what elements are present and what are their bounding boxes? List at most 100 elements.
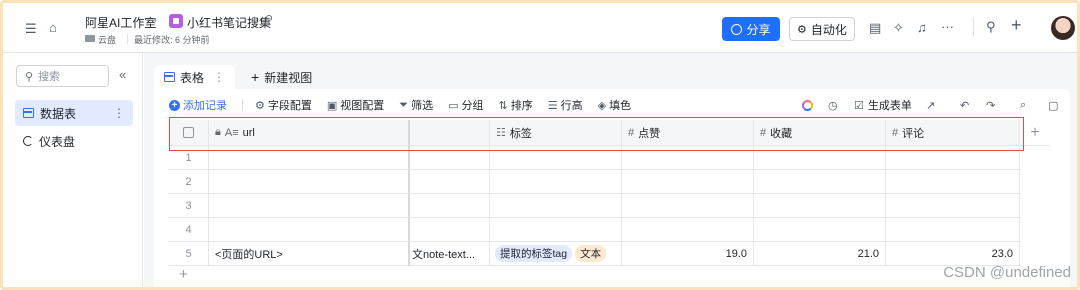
cell-url[interactable]: <页面的URL> — [209, 242, 410, 266]
collapse-sidebar-icon[interactable]: « — [119, 67, 126, 82]
sidebar-search-input[interactable]: ⚲ 搜索 — [16, 65, 109, 87]
cell-comments[interactable]: 23.0 — [886, 242, 1020, 266]
find-button[interactable]: ⌕ — [1020, 95, 1026, 115]
cell-saves[interactable] — [754, 170, 886, 194]
table-row[interactable]: 5 <页面的URL> 文note-text... 提取的标签tag 文本 19.… — [169, 242, 1020, 266]
plugin-icon[interactable]: ✧ — [893, 20, 904, 36]
divider — [127, 34, 128, 44]
cell-text[interactable] — [410, 170, 490, 194]
cell-likes[interactable] — [622, 194, 754, 218]
automation-button[interactable]: ⚙ 自动化 — [789, 17, 855, 41]
column-header-likes[interactable]: # 点赞 — [622, 120, 754, 146]
cell-url[interactable] — [209, 170, 410, 194]
table-row[interactable]: 3 — [169, 194, 1020, 218]
cell-text[interactable]: 文note-text... — [410, 242, 490, 266]
cell-comments[interactable] — [886, 218, 1020, 242]
cell-comments[interactable] — [886, 146, 1020, 170]
column-header-tags[interactable]: ☷ 标签 — [490, 120, 622, 146]
cell-tags[interactable] — [490, 170, 622, 194]
redo-button[interactable]: ↷ — [986, 95, 995, 115]
cell-text[interactable] — [410, 146, 490, 170]
chevron-right-icon: › — [153, 13, 157, 27]
cell-tags[interactable]: 提取的标签tag 文本 — [490, 242, 622, 266]
comment-icon: ▢ — [1048, 99, 1059, 112]
column-header-url[interactable]: 🔒︎ A≡ url — [209, 120, 410, 146]
undo-button[interactable]: ↶ — [960, 95, 969, 115]
table-row[interactable]: 4 — [169, 218, 1020, 242]
generate-form-button[interactable]: ☑ 生成表单 — [854, 95, 912, 115]
cell-likes[interactable] — [622, 170, 754, 194]
search-icon[interactable]: ⚲ — [986, 19, 996, 35]
history-button[interactable]: ◷ — [828, 95, 838, 115]
cell-saves[interactable] — [754, 218, 886, 242]
bell-icon[interactable]: ♫ — [917, 20, 927, 36]
new-view-button[interactable]: + 新建视图 — [241, 65, 322, 89]
cell-tags[interactable] — [490, 218, 622, 242]
sort-button[interactable]: ⇅ 排序 — [499, 97, 533, 113]
cell-likes[interactable]: 19.0 — [622, 242, 754, 266]
sidebar-item-datatable[interactable]: 数据表 ⋮ — [15, 100, 133, 126]
fill-color-label: 填色 — [609, 100, 632, 112]
group-button[interactable]: ▭ 分组 — [448, 97, 483, 113]
more-vertical-icon[interactable]: ⋮ — [213, 70, 225, 84]
field-config-label: 字段配置 — [267, 100, 312, 112]
avatar[interactable] — [1051, 16, 1075, 40]
ai-button[interactable] — [802, 95, 813, 115]
cell-likes[interactable] — [622, 218, 754, 242]
column-header-saves[interactable]: # 收藏 — [754, 120, 886, 146]
select-all-checkbox[interactable] — [169, 120, 209, 146]
search-placeholder: 搜索 — [38, 71, 61, 83]
view-config-button[interactable]: ▣ 视图配置 — [327, 97, 384, 113]
share-view-button[interactable]: ↗ — [926, 95, 935, 115]
more-icon[interactable]: ··· — [941, 19, 954, 35]
column-header-text[interactable] — [410, 120, 490, 146]
cell-tags[interactable] — [490, 146, 622, 170]
table-row[interactable]: 1 — [169, 146, 1020, 170]
base-doc-icon — [169, 14, 183, 28]
cell-saves[interactable] — [754, 146, 886, 170]
cell-likes[interactable] — [622, 146, 754, 170]
menu-toggle-icon[interactable]: ☰ — [25, 21, 37, 37]
pin-icon[interactable]: ⚲ — [265, 13, 273, 26]
tab-table[interactable]: 表格 ⋮ — [154, 65, 236, 89]
cell-comments[interactable] — [886, 194, 1020, 218]
comment-button[interactable]: ▢ — [1048, 95, 1058, 115]
sidebar-item-dashboard[interactable]: 仪表盘 — [15, 128, 133, 154]
number-icon: # — [892, 126, 899, 139]
document-icon[interactable]: ▤ — [869, 20, 881, 36]
cell-saves[interactable]: 21.0 — [754, 242, 886, 266]
field-config-button[interactable]: ⚙ 字段配置 — [255, 97, 312, 113]
cell-url[interactable] — [209, 218, 410, 242]
plus-circle-icon: + — [169, 99, 180, 111]
home-icon[interactable]: ⌂ — [49, 20, 57, 36]
plus-icon[interactable]: + — [1011, 16, 1022, 34]
history-icon: ◷ — [828, 99, 838, 112]
tab-label: 表格 — [180, 70, 205, 85]
more-vertical-icon[interactable]: ⋮ — [113, 106, 125, 120]
table-panel: + 添加记录 ⚙ 字段配置 ▣ 视图配置 ⏷ 筛选 ▭ 分组 ⇅ 排序 ☰ 行高 ◈ 填色 ◷… — [154, 89, 1070, 287]
cell-tags[interactable] — [490, 194, 622, 218]
tag-chip: 提取的标签tag — [495, 245, 573, 262]
row-height-button[interactable]: ☰ 行高 — [548, 97, 583, 113]
cell-url[interactable] — [209, 146, 410, 170]
find-icon: ⌕ — [1020, 98, 1027, 111]
add-column-button[interactable]: + — [1020, 120, 1050, 146]
cell-text[interactable] — [410, 218, 490, 242]
cell-url[interactable] — [209, 194, 410, 218]
doc-title[interactable]: 小红书笔记搜集 — [187, 14, 271, 31]
fill-color-button[interactable]: ◈ 填色 — [598, 97, 631, 113]
cell-saves[interactable] — [754, 194, 886, 218]
doc-location[interactable]: 云盘 — [98, 33, 116, 46]
table-row[interactable]: 2 — [169, 170, 1020, 194]
filter-button[interactable]: ⏷ 筛选 — [399, 97, 433, 113]
add-row-button[interactable]: + — [179, 266, 188, 283]
add-record-label: 添加记录 — [183, 100, 227, 112]
cell-comments[interactable] — [886, 170, 1020, 194]
share-label: 分享 — [746, 22, 771, 37]
share-button[interactable]: 分享 — [722, 17, 780, 41]
breadcrumb-workspace[interactable]: 阿星AI工作室 — [85, 14, 156, 31]
add-record-button[interactable]: + 添加记录 — [169, 97, 227, 113]
plus-icon: + — [251, 69, 260, 85]
cell-text[interactable] — [410, 194, 490, 218]
column-header-comments[interactable]: # 评论 — [886, 120, 1020, 146]
